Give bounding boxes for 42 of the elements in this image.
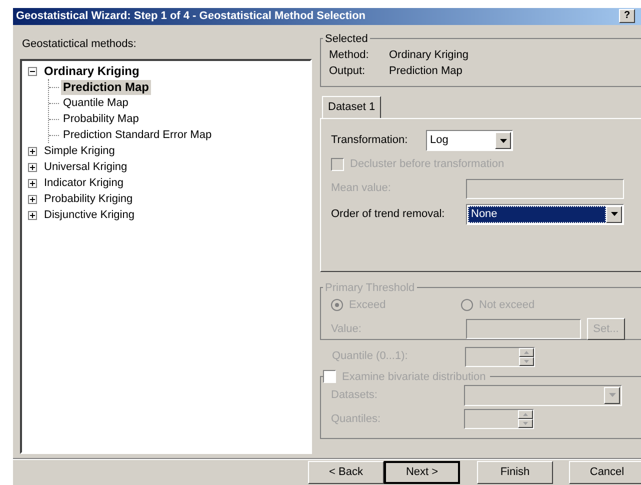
window-title: Geostatistical Wizard: Step 1 of 4 - Geostatistical Method Selection bbox=[16, 9, 366, 24]
field-value: Prediction Map bbox=[389, 64, 462, 79]
tab[interactable]: Dataset 1 bbox=[322, 96, 382, 118]
tree-item[interactable]: Probability Map bbox=[61, 112, 141, 126]
help-button[interactable]: ? bbox=[619, 9, 635, 24]
threshold-value-field[interactable] bbox=[466, 319, 581, 339]
spinner-arrows-icon[interactable] bbox=[519, 348, 534, 366]
tree-item[interactable]: Ordinary Kriging bbox=[42, 64, 142, 78]
transformation-dropdown[interactable]: Log bbox=[426, 130, 513, 151]
tree-item[interactable]: Prediction Standard Error Map bbox=[61, 128, 214, 142]
tree-item[interactable]: Probability Kriging bbox=[42, 192, 135, 206]
expand-icon[interactable] bbox=[28, 178, 37, 188]
back-button[interactable]: < Back bbox=[308, 461, 384, 484]
tree-item[interactable]: Simple Kriging bbox=[42, 144, 117, 158]
collapse-icon[interactable] bbox=[28, 66, 37, 76]
cancel-button[interactable]: Cancel bbox=[569, 461, 641, 484]
field-label: Transformation: bbox=[331, 133, 409, 148]
trend-removal-dropdown[interactable]: None bbox=[466, 204, 624, 224]
field-label: Method: bbox=[329, 48, 370, 63]
expand-icon[interactable] bbox=[28, 210, 37, 220]
expand-icon[interactable] bbox=[28, 162, 37, 172]
field-label: Output: bbox=[329, 64, 366, 79]
selected-option: None bbox=[468, 206, 606, 222]
tree-item[interactable]: Prediction Map bbox=[61, 80, 152, 94]
finish-button[interactable]: Finish bbox=[477, 461, 553, 484]
field-value: Ordinary Kriging bbox=[389, 48, 468, 63]
expand-icon[interactable] bbox=[28, 194, 37, 204]
group-title: Selected bbox=[324, 32, 369, 46]
quantile-field[interactable] bbox=[465, 346, 535, 366]
field-label: Order of trend removal: bbox=[331, 206, 446, 222]
expand-icon[interactable] bbox=[28, 146, 37, 156]
checkbox[interactable] bbox=[323, 370, 336, 384]
spinner-arrows-icon[interactable] bbox=[518, 410, 533, 428]
tree-item[interactable]: Disjunctive Kriging bbox=[42, 208, 136, 222]
methods-label: Geostatictical methods: bbox=[22, 36, 138, 52]
tree-item[interactable]: Indicator Kriging bbox=[42, 176, 126, 190]
quantiles-field[interactable] bbox=[464, 409, 534, 429]
mean-value-field[interactable] bbox=[466, 178, 624, 198]
tree-item[interactable]: Universal Kriging bbox=[42, 160, 130, 174]
tree-item[interactable]: Quantile Map bbox=[61, 96, 130, 110]
next-button[interactable]: Next > bbox=[384, 461, 460, 484]
datasets-dropdown[interactable] bbox=[464, 384, 622, 406]
